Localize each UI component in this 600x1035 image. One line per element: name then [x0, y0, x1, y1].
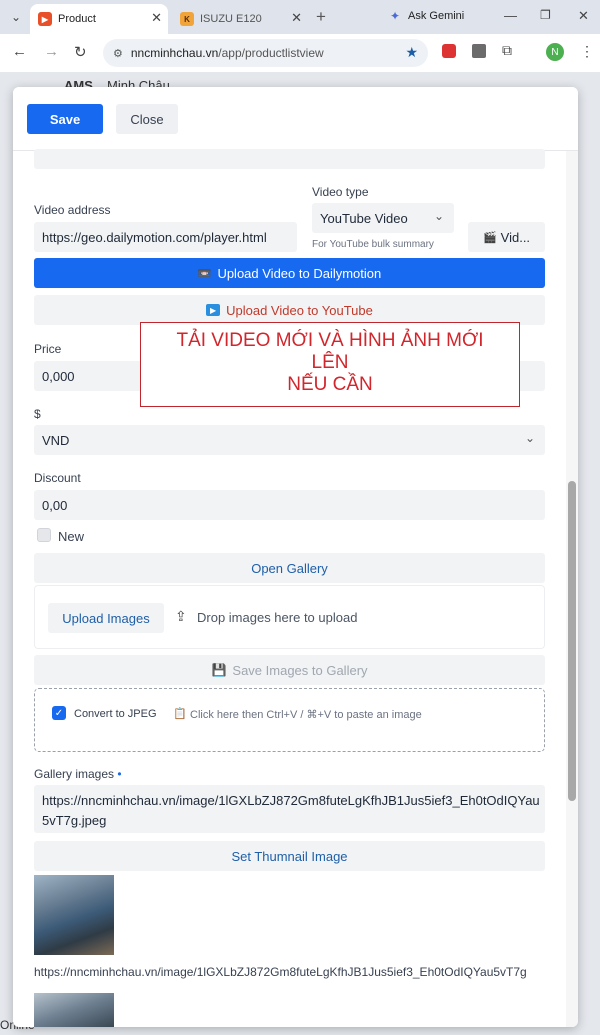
url-domain: nncminhchau.vn — [130, 46, 219, 60]
reload-icon[interactable]: ↻ — [74, 43, 87, 61]
new-checkbox[interactable] — [37, 528, 51, 542]
annotation-line: LÊN — [311, 352, 349, 373]
upload-images-button[interactable]: Upload Images — [48, 603, 164, 633]
isuzu-favicon-icon: K — [180, 12, 194, 26]
chevron-down-icon: ⌄ — [433, 209, 444, 223]
upload-dailymotion-label: Upload Video to Dailymotion — [217, 265, 382, 281]
tab-title: ISUZU E120 — [200, 13, 262, 25]
site-info-icon[interactable]: ⚙ — [113, 47, 123, 60]
video-address-label: Video address — [34, 203, 111, 217]
url-path: /app/productlistview — [218, 46, 324, 60]
upload-icon: ⇪ — [175, 608, 187, 624]
address-bar[interactable]: ⚙ nncminhchau.vn/app/productlistview ★ — [103, 39, 428, 67]
ask-gemini-button[interactable]: Ask Gemini — [408, 10, 464, 22]
video-type-hint: For YouTube bulk summary — [312, 239, 434, 250]
save-images-label: Save Images to Gallery — [232, 662, 368, 678]
open-gallery-button[interactable]: Open Gallery — [34, 553, 545, 583]
video-address-input[interactable]: https://geo.dailymotion.com/player.html — [34, 222, 297, 252]
floppy-icon: 💾 — [211, 663, 227, 677]
extension-icon[interactable] — [472, 44, 486, 58]
upload-youtube-button[interactable]: ▶ Upload Video to YouTube — [34, 295, 545, 325]
forward-icon[interactable]: → — [44, 43, 59, 60]
currency-select[interactable]: VND ⌄ — [34, 425, 545, 455]
modal-scrollbar[interactable] — [566, 151, 578, 1027]
upload-dropzone[interactable]: Upload Images ⇪ Drop images here to uplo… — [34, 585, 545, 649]
set-thumbnail-button[interactable]: Set Thumnail Image — [34, 841, 545, 871]
convert-jpeg-checkbox[interactable]: ✓ — [52, 706, 66, 720]
currency-label: $ — [34, 407, 41, 421]
close-window-icon[interactable]: ✕ — [578, 8, 589, 24]
tab-list-icon[interactable]: ⌄ — [11, 10, 21, 24]
back-icon[interactable]: ← — [12, 43, 27, 60]
close-button[interactable]: Close — [116, 104, 178, 134]
tab-product[interactable]: ▶ Product ✕ — [30, 4, 168, 34]
gemini-icon: ✦ — [390, 9, 401, 23]
menu-kebab-icon[interactable]: ⋮ — [580, 43, 594, 60]
previous-field[interactable] — [34, 149, 545, 169]
save-button[interactable]: Save — [27, 104, 103, 134]
product-favicon-icon: ▶ — [38, 12, 52, 26]
tab-isuzu[interactable]: K ISUZU E120 ✕ — [172, 4, 308, 34]
browser-tab-bar: ⌄ ▶ Product ✕ K ISUZU E120 ✕ + ✦ Ask Gem… — [0, 0, 600, 34]
close-tab-icon[interactable]: ✕ — [151, 10, 162, 26]
scroll-thumb[interactable] — [568, 481, 576, 801]
profile-avatar[interactable]: N — [546, 43, 564, 61]
discount-input[interactable]: 0,00 — [34, 490, 545, 520]
video-button-label: Vid... — [500, 229, 531, 245]
annotation-line: TẢI VIDEO MỚI VÀ HÌNH ẢNH MỚI — [176, 330, 484, 351]
paste-area[interactable]: ✓ Convert to JPEG 📋 Click here then Ctrl… — [34, 688, 545, 752]
extension-icon[interactable] — [442, 44, 456, 58]
new-tab-icon[interactable]: + — [316, 7, 326, 27]
save-images-button[interactable]: 💾 Save Images to Gallery — [34, 655, 545, 685]
close-tab-icon[interactable]: ✕ — [291, 10, 302, 26]
gallery-thumbnail-image[interactable] — [34, 993, 114, 1027]
upload-youtube-label: Upload Video to YouTube — [226, 302, 373, 318]
video-icon: 📼 — [197, 267, 212, 280]
price-label: Price — [34, 342, 62, 356]
gallery-images-textarea[interactable]: https://nncminhchau.vn/image/1lGXLbZJ872… — [34, 785, 545, 833]
image-caption: https://nncminhchau.vn/image/1lGXLbZJ872… — [34, 965, 527, 979]
restore-icon[interactable]: ❐ — [540, 8, 551, 22]
extensions-puzzle-icon[interactable]: ⧉ — [502, 42, 512, 59]
tab-title: Product — [58, 13, 96, 25]
clipboard-icon: 📋 — [173, 708, 187, 720]
browser-toolbar: ← → ↻ ⚙ nncminhchau.vn/app/productlistvi… — [0, 34, 600, 72]
required-mark: • — [117, 767, 122, 781]
gallery-thumbnail-image[interactable] — [34, 875, 114, 955]
annotation-line: NẾU CẦN — [287, 374, 373, 395]
gallery-images-label: Gallery images • — [34, 767, 122, 781]
product-edit-modal: Save Close Video address https://geo.dai… — [13, 87, 578, 1027]
new-label: New — [58, 529, 85, 544]
upload-dailymotion-button[interactable]: 📼 Upload Video to Dailymotion — [34, 258, 545, 288]
chevron-down-icon: ⌄ — [524, 431, 535, 445]
video-type-label: Video type — [312, 185, 369, 199]
video-type-value: YouTube Video — [320, 210, 408, 226]
video-type-select[interactable]: YouTube Video ⌄ — [312, 203, 454, 233]
gallery-images-text: Gallery images — [34, 767, 115, 781]
currency-value: VND — [42, 432, 70, 448]
play-icon: ▶ — [206, 304, 221, 316]
paste-hint: Click here then Ctrl+V / ⌘+V to paste an… — [190, 709, 422, 721]
video-preview-button[interactable]: 🎬 Vid... — [468, 222, 545, 252]
convert-jpeg-label: Convert to JPEG — [74, 708, 157, 720]
annotation-box: TẢI VIDEO MỚI VÀ HÌNH ẢNH MỚI LÊN NẾU CẦ… — [140, 322, 520, 407]
drop-hint: Drop images here to upload — [197, 610, 358, 625]
discount-label: Discount — [34, 471, 81, 485]
bookmark-star-icon[interactable]: ★ — [405, 44, 418, 61]
modal-header: Save Close — [13, 87, 578, 151]
clapperboard-icon: 🎬 — [482, 231, 497, 244]
minimize-icon[interactable]: — — [504, 8, 517, 23]
